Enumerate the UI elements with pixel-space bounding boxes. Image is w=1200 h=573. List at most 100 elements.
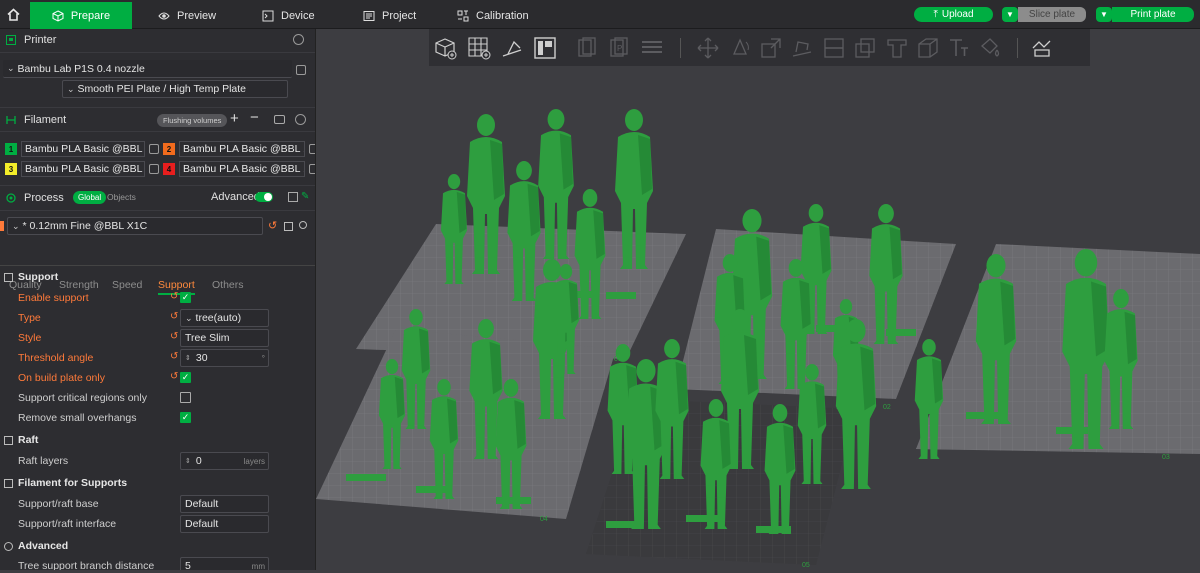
add-plate-icon[interactable] (467, 36, 491, 60)
filament-color-swatch[interactable]: 2 (163, 143, 175, 155)
filament-color-swatch[interactable]: 3 (5, 163, 17, 175)
remove-filament-icon[interactable]: − (250, 109, 259, 126)
slice-plate-button[interactable]: Slice plate (1018, 7, 1086, 22)
support-base-select[interactable]: Default (180, 495, 269, 513)
plate-name: Smooth PEI Plate / High Temp Plate (77, 83, 247, 95)
slice-dropdown[interactable]: ▼ (1002, 7, 1018, 22)
reset-icon[interactable]: ↺ (170, 311, 178, 322)
filament-color-swatch[interactable]: 1 (5, 143, 17, 155)
assembly-view-icon[interactable] (1030, 36, 1054, 60)
type-select[interactable]: ⌄ tree(auto) (180, 309, 269, 327)
reset-icon[interactable]: ↺ (170, 351, 178, 362)
move-icon[interactable] (696, 36, 720, 60)
critical-regions-checkbox[interactable] (180, 392, 191, 403)
edit-icon[interactable] (149, 164, 159, 174)
objects-toggle[interactable]: Objects (107, 192, 136, 202)
advanced-switch[interactable] (255, 192, 273, 202)
filament-name[interactable]: Bambu PLA Basic @BBL ... (179, 141, 305, 157)
text-icon[interactable] (947, 36, 971, 60)
support-base-value: Default (185, 498, 219, 510)
compare-icon[interactable] (288, 192, 298, 202)
tab-preview[interactable]: Preview (158, 2, 216, 29)
chevron-down-icon: ⌄ (7, 63, 15, 73)
3d-viewport[interactable]: 01 02 03 04 05 (316, 29, 1200, 570)
arrange-icon[interactable] (533, 36, 557, 60)
printer-select[interactable]: ⌄ Bambu Lab P1S 0.4 nozzle (3, 60, 292, 78)
edit-icon[interactable] (309, 164, 315, 174)
add-filament-icon[interactable]: + (230, 110, 239, 127)
gear-icon[interactable] (295, 114, 306, 125)
reset-icon[interactable]: ↺ (170, 371, 178, 382)
filament-slot-4[interactable]: 4 Bambu PLA Basic @BBL ... (163, 160, 315, 178)
upload-label: Upload (941, 9, 974, 20)
edit-icon[interactable] (149, 144, 159, 154)
edit-icon[interactable]: ✎ (301, 191, 309, 202)
filament-slot-3[interactable]: 3 Bambu PLA Basic @BBL ... (5, 160, 159, 178)
process-preset-select[interactable]: ⌄ * 0.12mm Fine @BBL X1C (7, 217, 263, 235)
plate-select[interactable]: ⌄ Smooth PEI Plate / High Temp Plate (62, 80, 288, 98)
raft-layers-input[interactable]: ⇕ 0 layers (180, 452, 269, 470)
plate-label: 04 (540, 516, 548, 523)
gear-icon[interactable] (293, 34, 304, 45)
style-select[interactable]: Tree Slim (180, 329, 269, 347)
global-toggle[interactable]: Global (73, 191, 107, 204)
reset-icon[interactable]: ↺ (268, 219, 277, 232)
filament-slot-2[interactable]: 2 Bambu PLA Basic @BBL ... (163, 140, 315, 158)
split-parts-icon[interactable]: P (607, 36, 631, 60)
filament-color-swatch[interactable]: 4 (163, 163, 175, 175)
threshold-angle-input[interactable]: ⇕ 30 ° (180, 349, 269, 367)
tab-strength[interactable]: Strength (59, 279, 99, 291)
sync-icon[interactable] (274, 115, 285, 124)
filament-supports-section-header: Filament for Supports (4, 477, 127, 489)
rotate-icon[interactable] (728, 36, 752, 60)
build-plates-scene[interactable]: 01 02 03 04 05 (316, 29, 1200, 570)
boolean-icon[interactable] (853, 36, 877, 60)
stepper-icon[interactable]: ⇕ (185, 457, 191, 465)
enable-support-checkbox[interactable]: ✓ (180, 292, 191, 303)
filament-name[interactable]: Bambu PLA Basic @BBL ... (179, 161, 305, 177)
filament-slot-1[interactable]: 1 Bambu PLA Basic @BBL ... (5, 140, 159, 158)
on-build-plate-checkbox[interactable]: ✓ (180, 372, 191, 383)
color-paint-icon[interactable] (978, 36, 1002, 60)
tab-others[interactable]: Others (212, 279, 244, 291)
edit-icon[interactable] (309, 144, 315, 154)
filament-name[interactable]: Bambu PLA Basic @BBL ... (21, 161, 145, 177)
scale-icon[interactable] (759, 36, 783, 60)
seam-paint-icon[interactable] (916, 36, 940, 60)
print-dropdown[interactable]: ▼ (1096, 7, 1112, 22)
tab-device[interactable]: Device (262, 2, 315, 29)
split-objects-icon[interactable] (575, 36, 599, 60)
print-plate-button[interactable]: Print plate (1112, 7, 1194, 22)
branch-distance-input[interactable]: 5 mm (180, 557, 269, 570)
chevron-down-icon: ⌄ (185, 312, 193, 323)
edit-icon[interactable] (296, 65, 306, 75)
tab-project[interactable]: Project (363, 2, 416, 29)
remove-overhangs-checkbox[interactable]: ✓ (180, 412, 191, 423)
support-interface-select[interactable]: Default (180, 515, 269, 533)
add-object-icon[interactable] (433, 36, 457, 60)
auto-orient-icon[interactable] (500, 36, 524, 60)
stepper-icon[interactable]: ⇕ (185, 354, 191, 362)
advanced-section-header: Advanced (4, 540, 68, 552)
project-icon (363, 10, 375, 21)
cut-icon[interactable] (822, 36, 846, 60)
process-header: Process Global Objects Advanced ✎ (0, 187, 315, 209)
tab-calibration[interactable]: Calibration (457, 2, 529, 29)
chevron-down-icon: ▼ (1100, 10, 1108, 19)
filament-name[interactable]: Bambu PLA Basic @BBL ... (21, 141, 145, 157)
printer-header: Printer (0, 29, 315, 51)
tab-prepare[interactable]: Prepare (30, 2, 132, 29)
flushing-volumes-button[interactable]: Flushing volumes (157, 114, 228, 127)
threshold-angle-label: Threshold angle (18, 352, 94, 364)
tab-speed[interactable]: Speed (112, 279, 142, 291)
upload-button[interactable]: ⤒ Upload (914, 7, 993, 22)
support-paint-icon[interactable] (885, 36, 909, 60)
home-icon[interactable] (0, 0, 26, 29)
process-icon (6, 193, 16, 203)
layers-icon[interactable] (640, 36, 664, 60)
reset-icon[interactable]: ↺ (170, 331, 178, 342)
reset-icon[interactable]: ↺ (170, 291, 178, 302)
lay-on-face-icon[interactable] (790, 36, 814, 60)
search-icon[interactable] (299, 221, 307, 229)
save-icon[interactable] (284, 222, 293, 231)
